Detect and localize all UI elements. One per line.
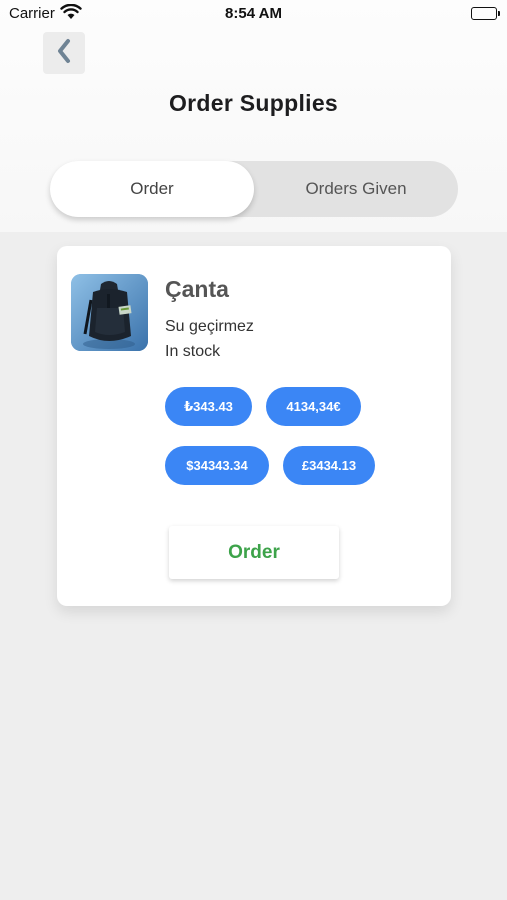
- chevron-left-icon: [55, 38, 73, 69]
- product-image: [71, 274, 148, 351]
- tab-order[interactable]: Order: [50, 161, 254, 217]
- status-bar: Carrier 8:54 AM: [0, 0, 507, 28]
- page-title: Order Supplies: [168, 90, 339, 116]
- price-gbp: £3434.13: [283, 446, 375, 485]
- tab-orders-given[interactable]: Orders Given: [254, 161, 458, 217]
- segmented-control: Orders Given Order: [50, 161, 458, 217]
- clock: 8:54 AM: [225, 5, 282, 22]
- order-button[interactable]: Order: [169, 526, 339, 579]
- product-card: Çanta Su geçirmez In stock ₺343.43 4134,…: [57, 246, 451, 606]
- battery-icon: [471, 7, 500, 20]
- back-button[interactable]: [43, 32, 85, 74]
- product-name: Çanta: [165, 276, 229, 302]
- price-usd: $34343.34: [165, 446, 269, 485]
- price-eur: 4134,34€: [266, 387, 361, 426]
- price-try: ₺343.43: [165, 387, 252, 426]
- stock-status: In stock: [165, 343, 221, 360]
- product-description: Su geçirmez: [165, 318, 254, 335]
